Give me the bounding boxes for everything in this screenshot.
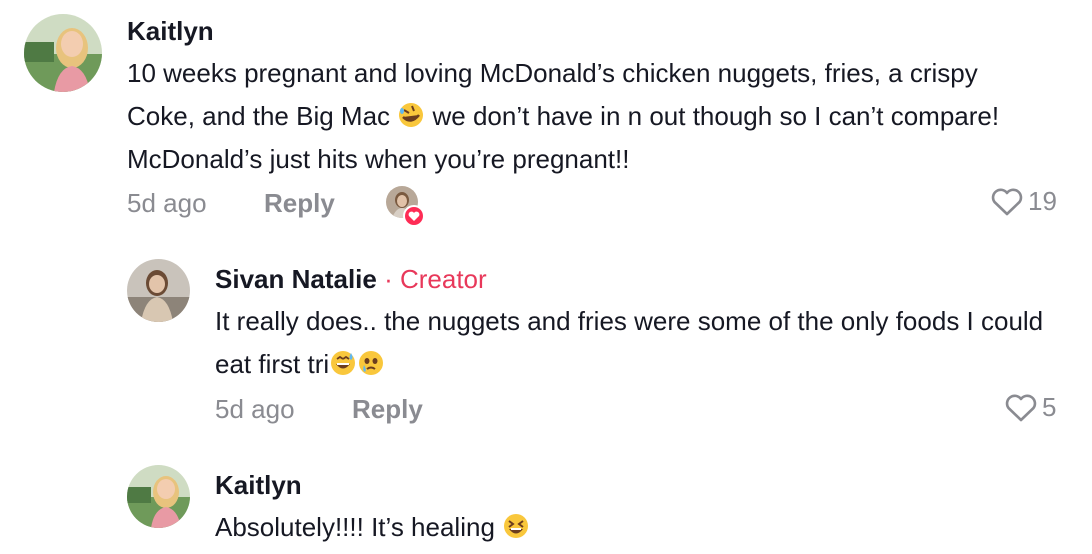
- comment-text: Absolutely!!!! It’s healing: [215, 506, 1075, 549]
- comment-author[interactable]: Kaitlyn: [215, 470, 302, 501]
- like-count: 5: [1042, 392, 1057, 422]
- comment-time: 5d ago: [127, 188, 207, 218]
- grinning-squinting-emoji: [504, 514, 529, 538]
- creator-badge: · Creator: [376, 264, 487, 294]
- avatar-sivan-natalie[interactable]: [127, 259, 190, 322]
- heart-icon: [991, 188, 1023, 215]
- comment-text: 10 weeks pregnant and loving McDonald’s …: [127, 58, 1000, 174]
- face-holding-back-tears-emoji: [359, 351, 384, 375]
- avatar-kaitlyn[interactable]: [127, 465, 190, 528]
- like-count: 19: [1028, 186, 1057, 216]
- like-button[interactable]: 5: [1004, 392, 1056, 423]
- avatar-kaitlyn[interactable]: [24, 14, 102, 92]
- reply-button[interactable]: Reply: [264, 188, 335, 219]
- heart-badge-icon: [403, 205, 425, 227]
- heart-icon: [1005, 394, 1037, 421]
- like-button[interactable]: 19: [990, 186, 1057, 217]
- comment-text: It really does.. the nuggets and fries w…: [215, 306, 1044, 379]
- grinning-sweat-emoji: [331, 351, 356, 375]
- comment-author[interactable]: Sivan Natalie · Creator: [215, 264, 487, 295]
- reply-button[interactable]: Reply: [352, 394, 423, 425]
- rolling-on-floor-laughing-emoji: [399, 103, 424, 127]
- comment-time: 5d ago: [215, 394, 295, 424]
- comment-author[interactable]: Kaitlyn: [127, 16, 214, 47]
